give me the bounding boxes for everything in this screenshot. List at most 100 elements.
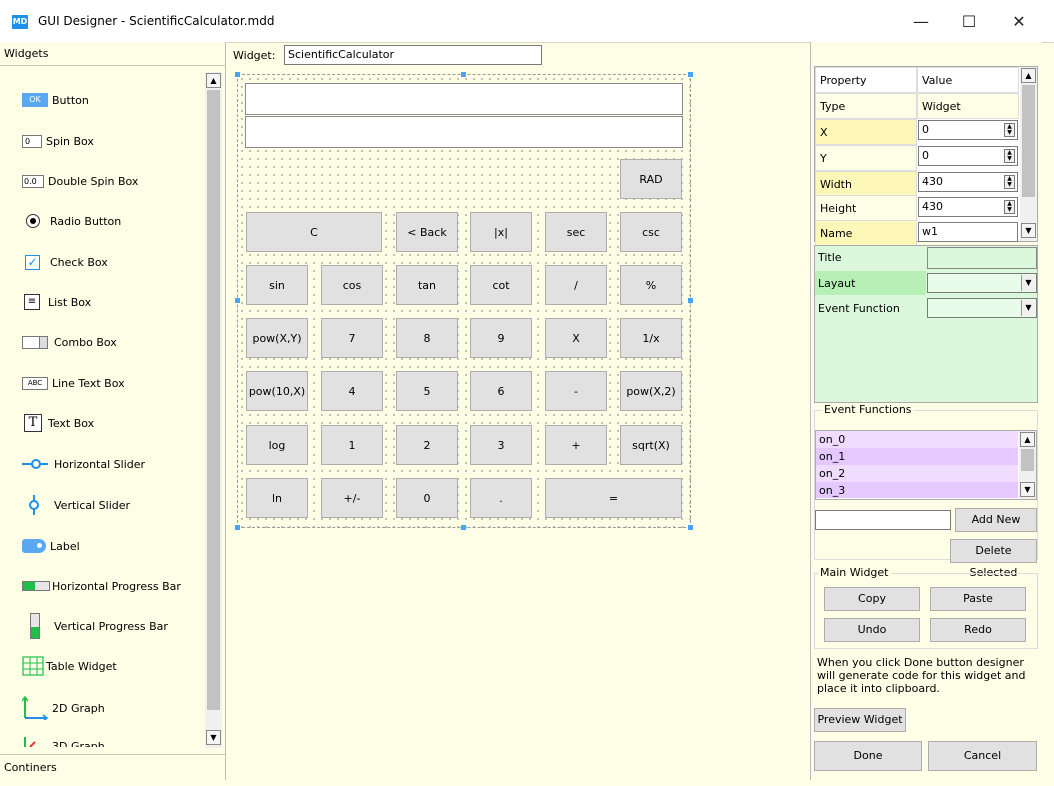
close-button[interactable]: ✕: [996, 8, 1042, 36]
calc-button-9[interactable]: 9: [470, 318, 532, 358]
scroll-up-icon[interactable]: ▲: [206, 73, 221, 88]
prop-width-spin[interactable]: 430 ▲ ▼: [918, 172, 1018, 192]
calc-button-pow-xy[interactable]: pow(X,Y): [246, 318, 308, 358]
event-list-item[interactable]: on_3: [816, 482, 1018, 498]
calc-button-reciprocal[interactable]: 1/x: [620, 318, 682, 358]
calc-button-clear[interactable]: C: [246, 212, 382, 252]
prop-y-spin[interactable]: 0 ▲ ▼: [918, 146, 1018, 166]
widget-item-horizontal-slider[interactable]: Horizontal Slider: [22, 453, 145, 475]
scroll-down-icon[interactable]: ▼: [1020, 482, 1035, 497]
prop-x-spin[interactable]: 0 ▲ ▼: [918, 120, 1018, 140]
copy-button[interactable]: Copy: [824, 587, 920, 611]
event-list-item[interactable]: on_2: [816, 465, 1018, 482]
widget-item-list-box[interactable]: ≡ List Box: [22, 291, 91, 313]
resize-handle[interactable]: [461, 525, 466, 530]
calc-button-7[interactable]: 7: [321, 318, 383, 358]
scroll-thumb[interactable]: [207, 90, 220, 710]
calc-button-0[interactable]: 0: [396, 478, 458, 518]
calc-button-multiply[interactable]: X: [545, 318, 607, 358]
resize-handle[interactable]: [688, 525, 693, 530]
calc-button-percent[interactable]: %: [620, 265, 682, 305]
spin-arrows-icon[interactable]: ▲ ▼: [1004, 149, 1015, 163]
calc-button-2[interactable]: 2: [396, 425, 458, 465]
widget-item-2d-graph[interactable]: 2D Graph: [21, 695, 105, 722]
prop-height-spin[interactable]: 430 ▲ ▼: [918, 197, 1018, 217]
widget-item-table-widget[interactable]: Table Widget: [22, 655, 117, 677]
calc-button-rad[interactable]: RAD: [620, 159, 682, 199]
resize-handle[interactable]: [461, 72, 466, 77]
calc-button-subtract[interactable]: -: [545, 371, 607, 411]
widget-item-button[interactable]: OK Button: [22, 89, 89, 111]
scroll-down-icon[interactable]: ▼: [1021, 223, 1036, 238]
property-scrollbar[interactable]: ▲ ▼: [1020, 67, 1037, 241]
event-list-scrollbar[interactable]: ▲ ▼: [1019, 431, 1036, 499]
spin-arrows-icon[interactable]: ▲ ▼: [1004, 200, 1015, 214]
calc-button-add[interactable]: +: [545, 425, 607, 465]
widget-name-input[interactable]: ScientificCalculator: [284, 45, 542, 65]
prop-name-input[interactable]: w1: [918, 222, 1018, 242]
resize-handle[interactable]: [235, 72, 240, 77]
calc-button-csc[interactable]: csc: [620, 212, 682, 252]
calc-button-cos[interactable]: cos: [321, 265, 383, 305]
widget-item-check-box[interactable]: ✓ Check Box: [22, 251, 108, 273]
spin-arrows-icon[interactable]: ▲ ▼: [1004, 175, 1015, 189]
widget-item-double-spin-box[interactable]: 0.0 Double Spin Box: [22, 170, 138, 192]
title-prop-input[interactable]: [927, 247, 1037, 269]
calc-button-decimal[interactable]: .: [470, 478, 532, 518]
calc-button-sec[interactable]: sec: [545, 212, 607, 252]
containers-header[interactable]: Continers: [0, 754, 225, 780]
calc-button-4[interactable]: 4: [321, 371, 383, 411]
resize-handle[interactable]: [688, 298, 693, 303]
calc-button-tan[interactable]: tan: [396, 265, 458, 305]
spin-arrows-icon[interactable]: ▲ ▼: [1004, 123, 1015, 137]
calc-button-5[interactable]: 5: [396, 371, 458, 411]
scroll-down-icon[interactable]: ▼: [206, 730, 221, 745]
scroll-up-icon[interactable]: ▲: [1020, 432, 1035, 447]
calc-button-pow-2[interactable]: pow(X,2): [620, 371, 682, 411]
resize-handle[interactable]: [235, 525, 240, 530]
calc-button-pow-10[interactable]: pow(10,X): [246, 371, 308, 411]
widget-item-3d-graph[interactable]: 3D Graph: [22, 735, 204, 747]
calc-button-log[interactable]: log: [246, 425, 308, 465]
add-new-button[interactable]: Add New: [955, 508, 1037, 532]
scroll-thumb[interactable]: [1022, 85, 1035, 197]
widget-item-combo-box[interactable]: Combo Box: [22, 331, 117, 353]
event-list-item[interactable]: on_0: [816, 431, 1018, 448]
calc-button-6[interactable]: 6: [470, 371, 532, 411]
new-event-input[interactable]: [815, 510, 951, 530]
preview-widget-button[interactable]: Preview Widget: [814, 708, 906, 732]
calc-button-3[interactable]: 3: [470, 425, 532, 465]
calc-button-sin[interactable]: sin: [246, 265, 308, 305]
event-function-combo[interactable]: ▼: [927, 298, 1037, 318]
minimize-button[interactable]: —: [898, 8, 944, 36]
calc-button-ln[interactable]: ln: [246, 478, 308, 518]
widget-item-vertical-progress[interactable]: Vertical Progress Bar: [22, 612, 168, 640]
calc-display-bottom[interactable]: [245, 116, 683, 148]
widget-item-label-widget[interactable]: Label: [22, 535, 80, 557]
calc-button-divide[interactable]: /: [545, 265, 607, 305]
cancel-button[interactable]: Cancel: [928, 741, 1037, 771]
widget-item-line-text-box[interactable]: ABC Line Text Box: [22, 372, 125, 394]
scroll-thumb[interactable]: [1021, 449, 1034, 471]
calc-button-negate[interactable]: +/-: [321, 478, 383, 518]
calc-button-back[interactable]: < Back: [396, 212, 458, 252]
widget-item-spin-box[interactable]: 0 Spin Box: [22, 130, 94, 152]
widget-item-text-box[interactable]: T Text Box: [22, 412, 94, 434]
calc-button-8[interactable]: 8: [396, 318, 458, 358]
calc-button-cot[interactable]: cot: [470, 265, 532, 305]
widget-item-radio-button[interactable]: Radio Button: [22, 210, 121, 232]
widgets-scrollbar[interactable]: ▲ ▼: [205, 72, 222, 748]
calc-button-equals[interactable]: =: [545, 478, 682, 518]
calc-button-abs[interactable]: |x|: [470, 212, 532, 252]
delete-selected-button[interactable]: Delete Selected: [950, 539, 1037, 579]
paste-button[interactable]: Paste: [930, 587, 1026, 611]
layout-combo[interactable]: ▼: [927, 273, 1037, 293]
calc-button-sqrt[interactable]: sqrt(X): [620, 425, 682, 465]
done-button[interactable]: Done: [814, 741, 922, 771]
resize-handle[interactable]: [688, 72, 693, 77]
undo-button[interactable]: Undo: [824, 618, 920, 642]
chevron-down-icon[interactable]: ▼: [1021, 300, 1035, 316]
scroll-up-icon[interactable]: ▲: [1021, 68, 1036, 83]
maximize-button[interactable]: ☐: [946, 8, 992, 36]
calc-button-1[interactable]: 1: [321, 425, 383, 465]
